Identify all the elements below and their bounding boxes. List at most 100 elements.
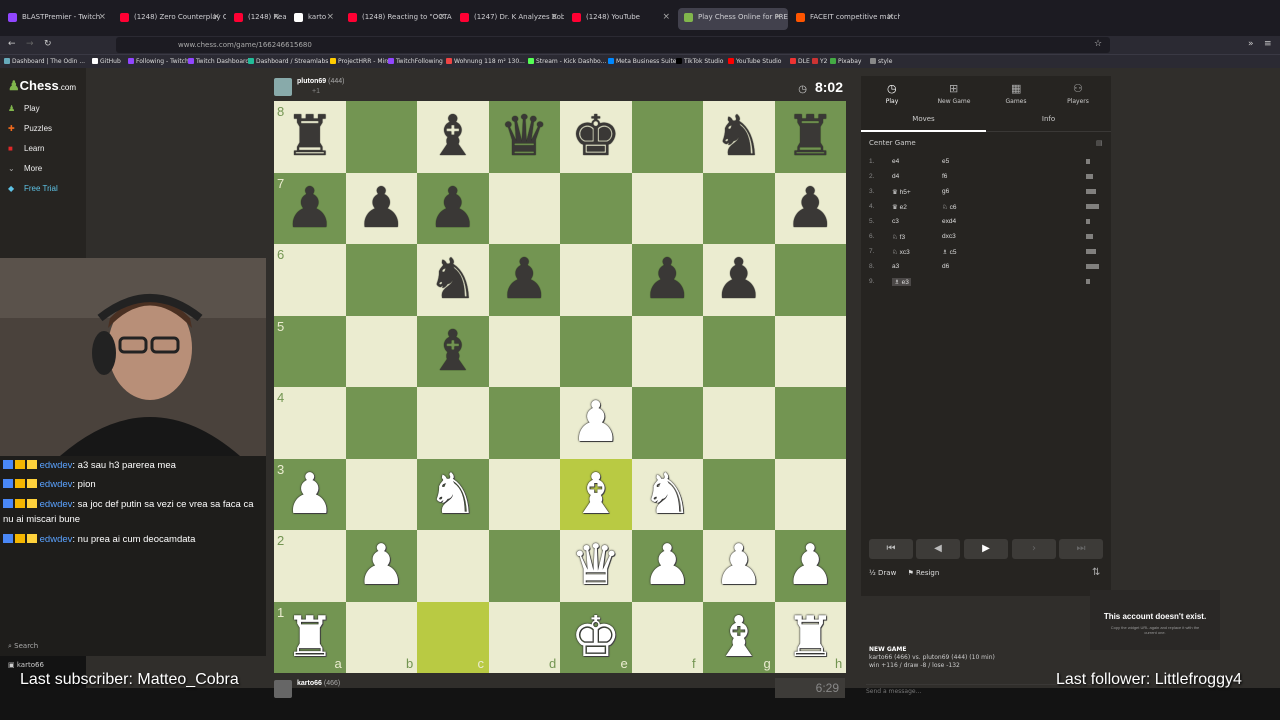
bookmark-item[interactable]: Y2 — [812, 58, 827, 65]
bookmark-item[interactable]: DLE — [790, 58, 810, 65]
bookmark-item[interactable]: Meta Business Suite — [608, 58, 677, 65]
board-square[interactable] — [774, 458, 846, 530]
black-move[interactable]: ♗ c5 — [942, 248, 957, 256]
sidebar-item-more[interactable]: ⌄ More — [8, 164, 42, 173]
black-pawn-icon[interactable]: ♟ — [346, 173, 418, 245]
black-knight-icon[interactable]: ♞ — [703, 101, 775, 173]
flip-board-icon[interactable]: ⇅ — [1092, 567, 1100, 578]
bookmark-item[interactable]: YouTube Studio — [728, 58, 781, 65]
white-move[interactable]: a3 — [892, 263, 899, 270]
play-moves-button[interactable]: › — [1012, 539, 1056, 559]
book-icon[interactable]: ▤ — [1096, 139, 1103, 147]
first-move-button[interactable]: ⏮ — [869, 539, 913, 559]
board-square[interactable] — [274, 530, 346, 602]
black-pawn-icon[interactable]: ♟ — [489, 244, 561, 316]
prev-move-button[interactable]: ◀ — [916, 539, 960, 559]
bookmark-item[interactable]: ProjectHRR - Miro — [330, 58, 390, 65]
black-rook-icon[interactable]: ♜ — [274, 101, 346, 173]
sidebar-item-puzzles[interactable]: ✚ Puzzles — [8, 124, 52, 133]
forward-icon[interactable]: → — [26, 39, 34, 49]
board-square[interactable] — [274, 387, 346, 459]
bookmark-item[interactable]: Stream - Kick Dashbo... — [528, 58, 606, 65]
board-square[interactable] — [488, 315, 560, 387]
board-square[interactable] — [488, 387, 560, 459]
white-bishop-icon[interactable]: ♝ — [560, 459, 632, 531]
board-square[interactable] — [488, 458, 560, 530]
nav-players[interactable]: ⚇ Players — [1047, 76, 1109, 105]
browser-tab[interactable]: (1248) YouTube × — [566, 8, 676, 30]
board-square[interactable] — [774, 387, 846, 459]
white-pawn-icon[interactable]: ♟ — [775, 530, 847, 602]
close-tab-icon[interactable]: × — [438, 12, 446, 22]
black-bishop-icon[interactable]: ♝ — [417, 316, 489, 388]
black-pawn-icon[interactable]: ♟ — [775, 173, 847, 245]
last-move-button[interactable]: ⏭ — [1059, 539, 1103, 559]
board-square[interactable] — [488, 530, 560, 602]
board-square[interactable] — [345, 244, 417, 316]
black-pawn-icon[interactable]: ♟ — [417, 173, 489, 245]
reload-icon[interactable]: ↻ — [44, 39, 52, 49]
close-tab-icon[interactable]: × — [774, 12, 782, 22]
board-square[interactable] — [274, 244, 346, 316]
opponent-avatar[interactable] — [274, 78, 292, 96]
opponent-name[interactable]: pluton69 (444) — [297, 78, 344, 85]
white-pawn-icon[interactable]: ♟ — [632, 530, 704, 602]
tab-moves[interactable]: Moves — [861, 115, 986, 132]
browser-tab[interactable]: FACEIT competitive match - FA× — [790, 8, 900, 30]
board-square[interactable] — [703, 315, 775, 387]
white-move[interactable]: d4 — [892, 173, 899, 180]
black-bishop-icon[interactable]: ♝ — [417, 101, 489, 173]
bookmark-item[interactable]: GitHub — [92, 58, 121, 65]
sidebar-search[interactable]: ⌕ Search — [8, 642, 38, 651]
close-tab-icon[interactable]: × — [272, 12, 280, 22]
browser-tab[interactable]: karto × — [288, 8, 340, 30]
white-move[interactable]: ♘ xc3 — [892, 248, 910, 256]
tab-info[interactable]: Info — [986, 115, 1111, 123]
board-square[interactable] — [703, 172, 775, 244]
board-square[interactable] — [560, 315, 632, 387]
white-move[interactable]: ♘ f3 — [892, 233, 905, 241]
black-move[interactable]: ♘ c6 — [942, 203, 957, 211]
black-knight-icon[interactable]: ♞ — [417, 244, 489, 316]
board-square[interactable] — [560, 172, 632, 244]
close-tab-icon[interactable]: × — [886, 12, 894, 22]
chess-logo[interactable]: ♟Chess.com — [8, 78, 76, 94]
board-square[interactable] — [417, 530, 489, 602]
board-square[interactable] — [631, 315, 703, 387]
board-square[interactable] — [345, 387, 417, 459]
close-tab-icon[interactable]: × — [212, 12, 220, 22]
bookmark-star-icon[interactable]: ☆ — [1094, 39, 1102, 49]
close-tab-icon[interactable]: × — [550, 12, 558, 22]
browser-tab[interactable]: (1247) Dr. K Analyzes Bobby Le× — [454, 8, 564, 30]
white-move[interactable]: c3 — [892, 218, 899, 225]
board-square[interactable] — [631, 387, 703, 459]
sidebar-item-learn[interactable]: ■ Learn — [8, 144, 44, 153]
black-queen-icon[interactable]: ♛ — [489, 101, 561, 173]
player-name[interactable]: karto66 (466) — [297, 680, 340, 687]
nav-new-game[interactable]: ⊞ New Game — [923, 76, 985, 105]
white-move[interactable]: ♗ e3 — [892, 278, 911, 286]
close-tab-icon[interactable]: × — [662, 12, 670, 22]
black-move[interactable]: f6 — [942, 173, 947, 180]
black-king-icon[interactable]: ♚ — [560, 101, 632, 173]
black-pawn-icon[interactable]: ♟ — [274, 173, 346, 245]
board-square[interactable] — [345, 315, 417, 387]
close-tab-icon[interactable]: × — [326, 12, 334, 22]
bookmark-item[interactable]: Dashboard / Streamlabs — [248, 58, 328, 65]
browser-tab[interactable]: (1248) React× — [228, 8, 286, 30]
browser-tab[interactable]: (1248) Zero Counterplay Onesl× — [114, 8, 226, 30]
nav-games[interactable]: ▦ Games — [985, 76, 1047, 105]
resign-button[interactable]: ⚑ Resign — [907, 569, 939, 577]
board-square[interactable] — [631, 101, 703, 173]
white-pawn-icon[interactable]: ♟ — [346, 530, 418, 602]
black-pawn-icon[interactable]: ♟ — [703, 244, 775, 316]
board-square[interactable] — [417, 387, 489, 459]
bookmark-item[interactable]: TikTok Studio — [676, 58, 723, 65]
bookmark-item[interactable]: Twitch Dashboard — [188, 58, 249, 65]
sidebar-user[interactable]: ▣ karto66 — [8, 661, 44, 669]
address-bar[interactable]: www.chess.com/game/166246615680 — [116, 37, 1110, 53]
white-knight-icon[interactable]: ♞ — [417, 459, 489, 531]
black-move[interactable]: e5 — [942, 158, 949, 165]
black-move[interactable]: g6 — [942, 188, 949, 195]
black-rook-icon[interactable]: ♜ — [775, 101, 847, 173]
